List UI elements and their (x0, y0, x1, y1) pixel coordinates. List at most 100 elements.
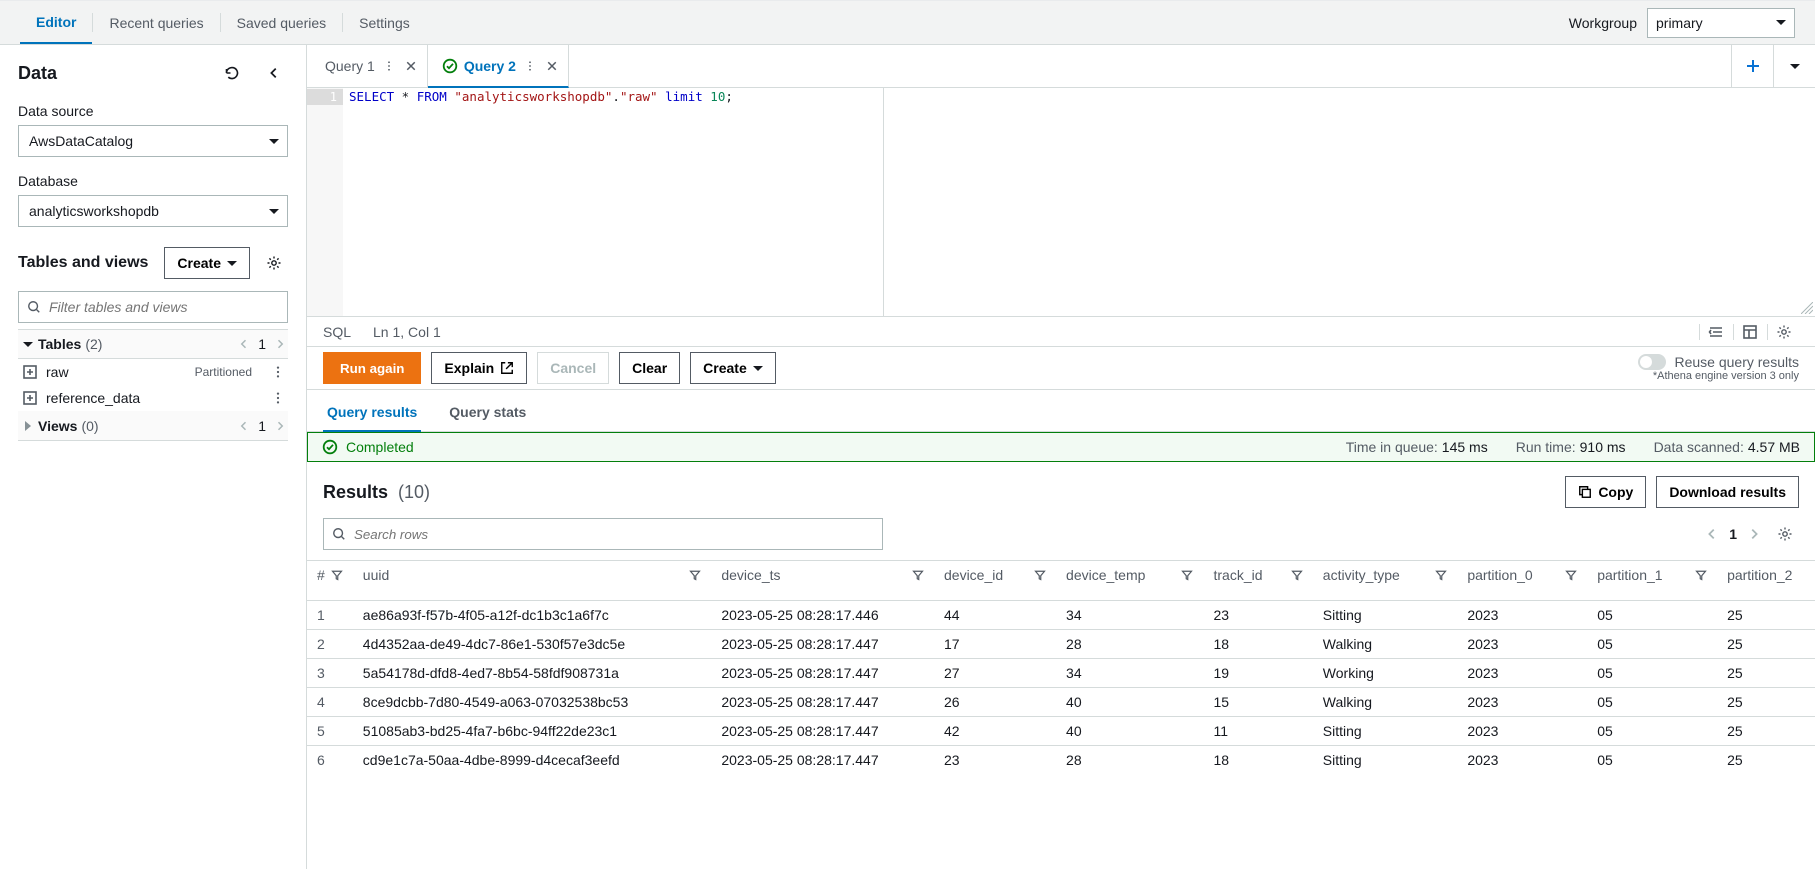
chevron-left-icon (267, 66, 281, 80)
expand-icon (22, 390, 38, 406)
results-settings-button[interactable] (1771, 520, 1799, 548)
table-menu-button[interactable] (268, 384, 288, 412)
tab-editor[interactable]: Editor (20, 1, 92, 44)
download-results-button[interactable]: Download results (1656, 476, 1799, 508)
col-header-device-temp[interactable]: device_temp (1056, 561, 1203, 601)
table-row[interactable]: 24d4352aa-de49-4dc7-86e1-530f57e3dc5e202… (307, 630, 1815, 659)
filter-input-wrap[interactable] (18, 291, 288, 323)
cell-device-id: 42 (934, 717, 1056, 746)
filter-icon[interactable] (1435, 569, 1447, 581)
cell-track-id: 19 (1203, 659, 1312, 688)
layout-button[interactable] (1733, 324, 1765, 340)
cell-partition-1: 05 (1587, 601, 1717, 630)
tables-settings-button[interactable] (260, 249, 288, 277)
database-select[interactable]: analyticsworkshopdb (18, 195, 288, 227)
query-tabs: Query 1 Query 2 (307, 45, 1815, 88)
chevron-down-icon (227, 261, 237, 266)
create-result-button[interactable]: Create (690, 352, 776, 384)
clear-button[interactable]: Clear (619, 352, 680, 384)
gear-icon (1777, 526, 1793, 542)
editor-gutter: 1 (307, 88, 343, 316)
tab-query-stats[interactable]: Query stats (445, 396, 530, 431)
search-rows-wrap[interactable] (323, 518, 883, 550)
editor-cursor-pos: Ln 1, Col 1 (373, 324, 441, 340)
query-tab-2[interactable]: Query 2 (428, 45, 569, 88)
data-source-select[interactable]: AwsDataCatalog (18, 125, 288, 157)
success-icon (322, 439, 338, 455)
create-label: Create (177, 255, 221, 271)
table-item-reference-data[interactable]: reference_data (18, 385, 288, 411)
resize-handle-icon[interactable] (1801, 302, 1813, 314)
table-row[interactable]: 551085ab3-bd25-4fa7-b6bc-94ff22de23c1202… (307, 717, 1815, 746)
tab-menu-button[interactable] (522, 58, 538, 74)
tab-recent-queries[interactable]: Recent queries (93, 1, 219, 44)
cell-device-id: 23 (934, 746, 1056, 775)
col-header-track-id[interactable]: track_id (1203, 561, 1312, 601)
sql-editor[interactable]: 1 SELECT * FROM "analyticsworkshopdb"."r… (307, 88, 1815, 316)
collapse-sidebar-button[interactable] (260, 59, 288, 87)
copy-icon (1578, 485, 1592, 499)
filter-icon[interactable] (1181, 569, 1193, 581)
search-icon (332, 527, 346, 541)
data-source-label: Data source (18, 103, 288, 119)
filter-icon[interactable] (1695, 569, 1707, 581)
filter-icon[interactable] (689, 569, 701, 581)
table-row[interactable]: 6cd9e1c7a-50aa-4dbe-8999-d4cecaf3eefd202… (307, 746, 1815, 775)
chevron-left-icon[interactable] (238, 420, 250, 432)
cell-partition-0: 2023 (1457, 601, 1587, 630)
col-header-partition-1[interactable]: partition_1 (1587, 561, 1717, 601)
results-table-wrap[interactable]: # uuid device_tsdevice_iddevice_temptrack_… (307, 560, 1815, 774)
filter-icon[interactable] (912, 569, 924, 581)
query-tab-1[interactable]: Query 1 (311, 45, 428, 87)
col-header-partition-0[interactable]: partition_0 (1457, 561, 1587, 601)
filter-icon[interactable] (1034, 569, 1046, 581)
col-header-activity-type[interactable]: activity_type (1313, 561, 1458, 601)
chevron-left-icon[interactable] (1705, 527, 1719, 541)
col-header-device-id[interactable]: device_id (934, 561, 1056, 601)
table-menu-button[interactable] (268, 358, 288, 386)
col-header--[interactable]: # (307, 561, 353, 601)
explain-button[interactable]: Explain (431, 352, 527, 384)
cell-idx: 6 (307, 746, 353, 775)
table-row[interactable]: 48ce9dcbb-7d80-4549-a063-07032538bc53202… (307, 688, 1815, 717)
chevron-right-icon[interactable] (1747, 527, 1761, 541)
col-header-device-ts[interactable]: device_ts (711, 561, 934, 601)
create-button[interactable]: Create (164, 247, 250, 279)
col-header-partition-2[interactable]: partition_2 (1717, 561, 1815, 601)
run-again-button[interactable]: Run again (323, 352, 421, 384)
col-header-uuid[interactable]: uuid (353, 561, 712, 601)
filter-icon[interactable] (331, 569, 343, 581)
chevron-down-icon (269, 209, 279, 214)
tables-group[interactable]: Tables (2) 1 (18, 329, 288, 359)
new-tab-button[interactable] (1731, 45, 1773, 87)
table-item-raw[interactable]: raw Partitioned (18, 359, 288, 385)
cell-activity-type: Walking (1313, 688, 1458, 717)
filter-input[interactable] (47, 298, 279, 316)
copy-button[interactable]: Copy (1565, 476, 1646, 508)
sql-code[interactable]: SELECT * FROM "analyticsworkshopdb"."raw… (343, 88, 1815, 316)
refresh-button[interactable] (218, 59, 246, 87)
chevron-left-icon[interactable] (238, 338, 250, 350)
format-query-button[interactable] (1699, 324, 1731, 340)
tab-settings[interactable]: Settings (343, 1, 426, 44)
workgroup-select[interactable]: primary (1647, 8, 1795, 38)
filter-icon[interactable] (1565, 569, 1577, 581)
cell-track-id: 11 (1203, 717, 1312, 746)
tab-options-button[interactable] (1773, 45, 1815, 87)
chevron-right-icon[interactable] (274, 338, 286, 350)
editor-settings-button[interactable] (1767, 324, 1799, 340)
tab-menu-button[interactable] (381, 58, 397, 74)
tab-query-results[interactable]: Query results (323, 396, 421, 432)
results-pager: 1 (1705, 520, 1799, 548)
filter-icon[interactable] (1291, 569, 1303, 581)
views-group[interactable]: Views (0) 1 (18, 411, 288, 441)
reuse-results-toggle[interactable]: Reuse query results (1638, 354, 1799, 370)
search-rows-input[interactable] (352, 526, 874, 543)
close-tab-button[interactable] (544, 58, 560, 74)
table-row[interactable]: 35a54178d-dfd8-4ed7-8b54-58fdf908731a202… (307, 659, 1815, 688)
table-row[interactable]: 1ae86a93f-f57b-4f05-a12f-dc1b3c1a6f7c202… (307, 601, 1815, 630)
col-name: uuid (363, 567, 389, 584)
chevron-right-icon[interactable] (274, 420, 286, 432)
close-tab-button[interactable] (403, 58, 419, 74)
tab-saved-queries[interactable]: Saved queries (221, 1, 343, 44)
